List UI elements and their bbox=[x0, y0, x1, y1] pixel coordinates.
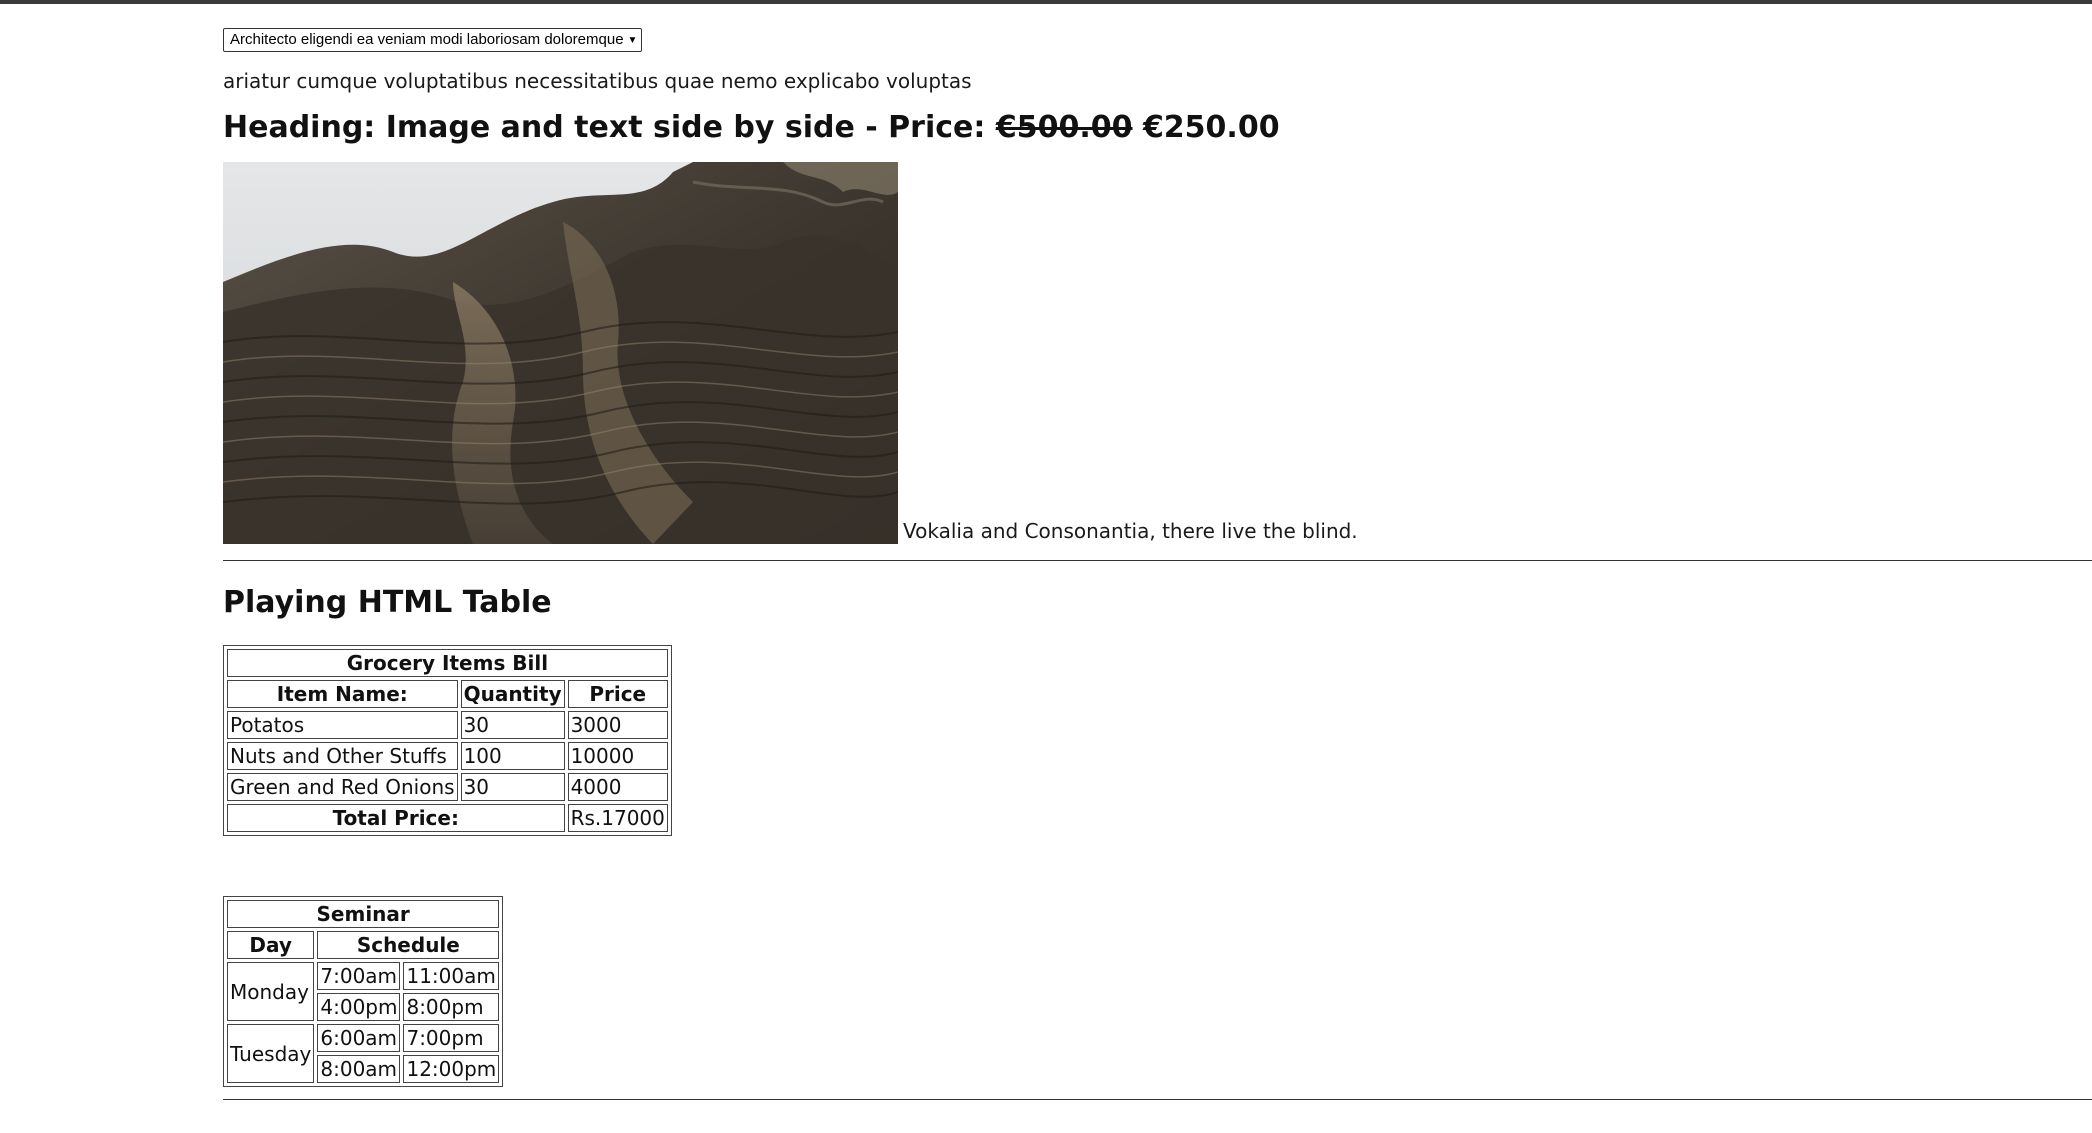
price-cell: 4000 bbox=[567, 773, 668, 801]
bottom-divider bbox=[223, 1099, 2092, 1100]
table-row: Tuesday 6:00am 7:00pm bbox=[227, 1024, 500, 1083]
start-time-cell: 6:00am bbox=[317, 1024, 401, 1052]
price-cell: 10000 bbox=[567, 742, 668, 770]
intro-paragraph: ariatur cumque voluptatibus necessitatib… bbox=[223, 69, 972, 93]
top-border-bar bbox=[0, 0, 2092, 4]
table-caption-row: Grocery Items Bill bbox=[227, 649, 668, 677]
page-content: Architecto eligendi ea veniam modi labor… bbox=[223, 28, 2092, 1100]
start-time-cell: 7:00am bbox=[317, 962, 401, 990]
total-row: Total Price: Rs.17000 bbox=[227, 804, 668, 832]
new-price: €250.00 bbox=[1142, 110, 1280, 145]
grocery-bill-table: Grocery Items Bill Item Name: Quantity P… bbox=[223, 645, 672, 836]
old-price: €500.00 bbox=[995, 110, 1133, 145]
item-name-cell: Green and Red Onions bbox=[227, 773, 458, 801]
table-header-row: Day Schedule bbox=[227, 931, 500, 959]
day-cell: Monday bbox=[227, 962, 315, 1021]
price-cell: 3000 bbox=[567, 711, 668, 739]
quantity-cell: 30 bbox=[460, 711, 565, 739]
start-time-cell: 4:00pm bbox=[317, 993, 401, 1021]
table-row: Potatos 30 3000 bbox=[227, 711, 668, 739]
column-header-day: Day bbox=[227, 931, 315, 959]
end-time-cell: 8:00pm bbox=[403, 993, 500, 1021]
item-name-cell: Nuts and Other Stuffs bbox=[227, 742, 458, 770]
start-time-cell: 8:00am bbox=[317, 1055, 401, 1083]
column-header-schedule: Schedule bbox=[317, 931, 500, 959]
column-header-quantity: Quantity bbox=[460, 680, 565, 708]
image-caption: Vokalia and Consonantia, there live the … bbox=[903, 519, 1358, 543]
quantity-cell: 30 bbox=[460, 773, 565, 801]
grocery-table-caption: Grocery Items Bill bbox=[227, 649, 668, 677]
image-text-row: Vokalia and Consonantia, there live the … bbox=[223, 162, 2092, 544]
section-divider bbox=[223, 560, 2092, 561]
table-caption-row: Seminar bbox=[227, 900, 500, 928]
day-cell: Tuesday bbox=[227, 1024, 315, 1083]
end-time-cell: 7:00pm bbox=[403, 1024, 500, 1052]
dropdown-selected-value: Architecto eligendi ea veniam modi labor… bbox=[230, 31, 624, 48]
seminar-schedule-table: Seminar Day Schedule Monday 7:00am 11:00… bbox=[223, 896, 504, 1087]
price-heading: Heading: Image and text side by side - P… bbox=[223, 108, 2092, 148]
end-time-cell: 11:00am bbox=[403, 962, 500, 990]
column-header-price: Price bbox=[567, 680, 668, 708]
table-section-title: Playing HTML Table bbox=[223, 585, 552, 620]
quantity-cell: 100 bbox=[460, 742, 565, 770]
item-name-cell: Potatos bbox=[227, 711, 458, 739]
seminar-table-caption: Seminar bbox=[227, 900, 500, 928]
end-time-cell: 12:00pm bbox=[403, 1055, 500, 1083]
rock-formation-image bbox=[223, 162, 898, 544]
total-price-label: Total Price: bbox=[227, 804, 565, 832]
table-header-row: Item Name: Quantity Price bbox=[227, 680, 668, 708]
table-row: Green and Red Onions 30 4000 bbox=[227, 773, 668, 801]
total-price-value: Rs.17000 bbox=[567, 804, 668, 832]
column-header-item-name: Item Name: bbox=[227, 680, 458, 708]
item-select-dropdown[interactable]: Architecto eligendi ea veniam modi labor… bbox=[223, 28, 643, 52]
chevron-down-icon: ▼ bbox=[627, 35, 638, 46]
heading-prefix: Heading: Image and text side by side - P… bbox=[223, 110, 986, 145]
table-row: Nuts and Other Stuffs 100 10000 bbox=[227, 742, 668, 770]
table-row: Monday 7:00am 11:00am bbox=[227, 962, 500, 1021]
